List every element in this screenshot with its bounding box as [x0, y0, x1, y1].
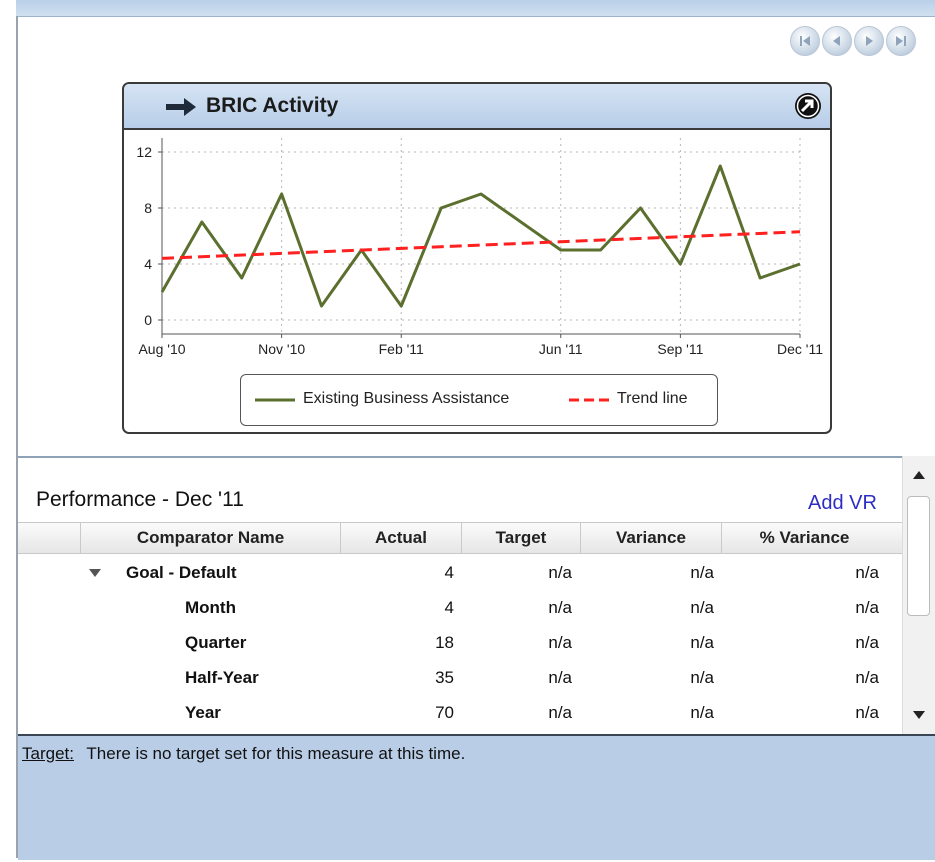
chart-legend: Existing Business Assistance Trend line — [240, 374, 718, 426]
performance-title: Performance - Dec '11 — [36, 488, 244, 511]
add-vr-link[interactable]: Add VR — [808, 492, 877, 515]
first-page-button[interactable] — [790, 26, 820, 56]
target-info-footer: Target: There is no target set for this … — [18, 734, 935, 860]
legend-swatch-trend — [569, 398, 609, 402]
row-target: n/a — [548, 703, 572, 722]
row-name: Half-Year — [185, 668, 259, 687]
scroll-thumb[interactable] — [907, 496, 930, 616]
row-actual: 4 — [444, 598, 454, 617]
prev-page-button[interactable] — [822, 26, 852, 56]
last-page-button[interactable] — [886, 26, 916, 56]
window-top-bar — [16, 0, 935, 17]
x-tick-label: Sep '11 — [657, 341, 703, 357]
row-pct-variance: n/a — [855, 598, 879, 617]
row-name: Quarter — [185, 633, 247, 652]
column-header-actual[interactable]: Actual — [340, 523, 461, 553]
chart-panel: BRIC Activity 0 4 8 12 Aug '10 Nov '10 Feb '11… — [122, 82, 832, 434]
column-header-pct-variance[interactable]: % Variance — [721, 523, 887, 553]
target-message: There is no target set for this measure … — [86, 744, 466, 763]
row-variance: n/a — [690, 563, 714, 582]
row-variance: n/a — [690, 598, 714, 617]
target-info-text: Target: There is no target set for this … — [22, 744, 465, 764]
table-row: Quarter 18 n/a n/a n/a — [18, 625, 902, 660]
expand-arrow-icon[interactable] — [794, 92, 822, 120]
target-label: Target: — [22, 744, 74, 763]
row-target: n/a — [548, 668, 572, 687]
row-name: Year — [185, 703, 221, 722]
x-tick-label: Feb '11 — [379, 341, 424, 357]
row-target: n/a — [548, 598, 572, 617]
last-icon — [896, 36, 906, 46]
prev-icon — [833, 36, 840, 46]
next-icon — [866, 36, 873, 46]
x-tick-label: Jun '11 — [539, 341, 583, 357]
y-tick-label: 12 — [136, 144, 152, 160]
x-tick-label: Aug '10 — [138, 341, 185, 357]
row-name: Goal - Default — [126, 563, 237, 582]
row-actual: 35 — [435, 668, 454, 687]
row-actual: 4 — [444, 563, 454, 582]
y-tick-label: 0 — [144, 312, 152, 328]
line-chart: 0 4 8 12 Aug '10 Nov '10 Feb '11 Jun '11 Sep '11… — [136, 138, 823, 357]
row-variance: n/a — [690, 703, 714, 722]
arrow-right-icon — [166, 98, 196, 116]
row-name: Month — [185, 598, 236, 617]
row-pct-variance: n/a — [855, 703, 879, 722]
y-tick-label: 8 — [144, 200, 152, 216]
table-row: Half-Year 35 n/a n/a n/a — [18, 660, 902, 695]
next-page-button[interactable] — [854, 26, 884, 56]
x-tick-label: Nov '10 — [258, 341, 305, 357]
table-row: Month 4 n/a n/a n/a — [18, 590, 902, 625]
scroll-down-icon[interactable] — [912, 710, 926, 720]
legend-label-trend: Trend line — [617, 390, 688, 407]
pager-controls — [790, 26, 916, 56]
vertical-scrollbar[interactable] — [902, 456, 935, 734]
row-actual: 70 — [435, 703, 454, 722]
row-pct-variance: n/a — [855, 668, 879, 687]
column-header-variance[interactable]: Variance — [580, 523, 721, 553]
chart-header: BRIC Activity — [124, 84, 830, 130]
performance-section: Performance - Dec '11 Add VR Comparator … — [18, 456, 902, 736]
column-header-comparator[interactable]: Comparator Name — [80, 523, 340, 553]
row-target: n/a — [548, 563, 572, 582]
legend-swatch-series — [255, 398, 295, 402]
table-row: Year 70 n/a n/a n/a — [18, 695, 902, 730]
row-pct-variance: n/a — [855, 563, 879, 582]
row-actual: 18 — [435, 633, 454, 652]
legend-label-series: Existing Business Assistance — [303, 390, 510, 407]
column-header-target[interactable]: Target — [461, 523, 580, 553]
chart-title: BRIC Activity — [206, 94, 339, 117]
collapse-triangle-icon[interactable] — [88, 568, 102, 578]
x-tick-label: Dec '11 — [777, 341, 823, 357]
table-header: Comparator Name Actual Target Variance %… — [18, 522, 902, 554]
row-variance: n/a — [690, 668, 714, 687]
scroll-up-icon[interactable] — [912, 470, 926, 480]
first-icon — [800, 36, 810, 46]
row-variance: n/a — [690, 633, 714, 652]
row-target: n/a — [548, 633, 572, 652]
row-pct-variance: n/a — [855, 633, 879, 652]
table-row: Goal - Default 4 n/a n/a n/a — [18, 555, 902, 590]
y-tick-label: 4 — [144, 256, 152, 272]
